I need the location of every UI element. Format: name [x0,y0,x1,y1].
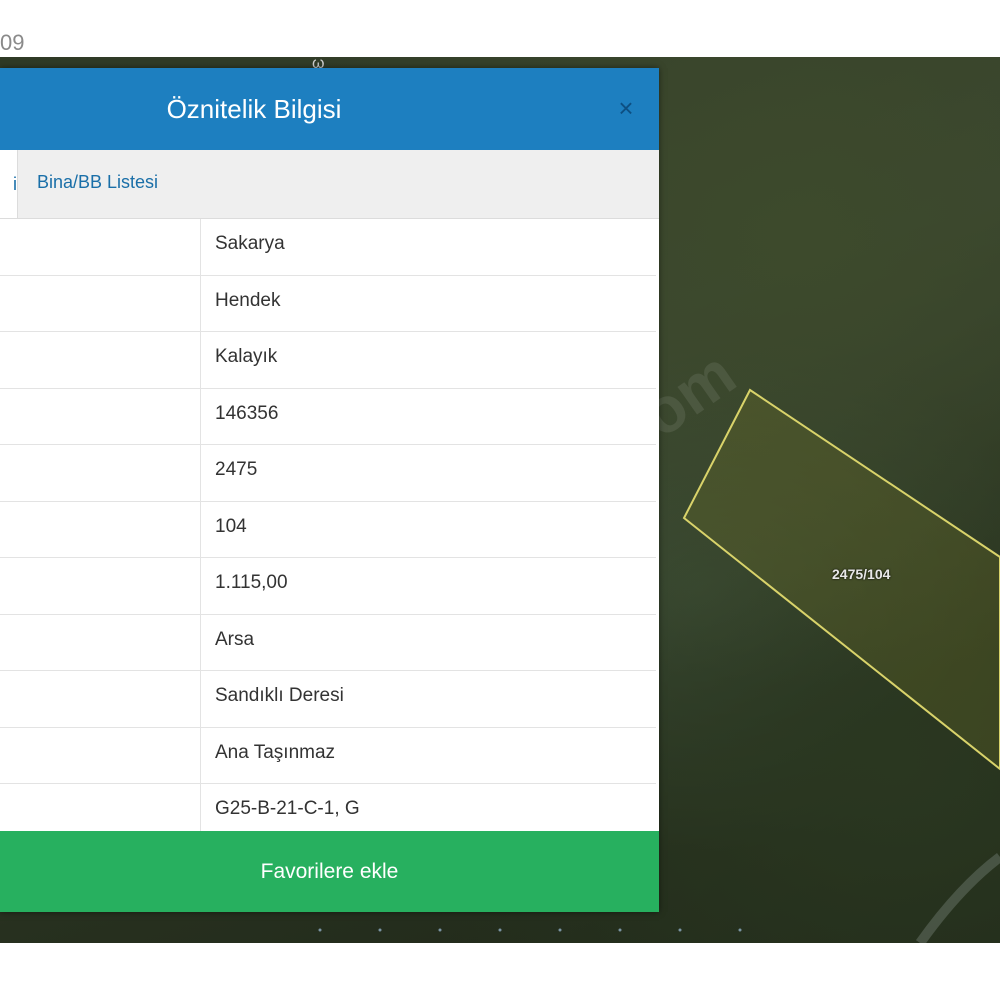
add-to-favorites-button[interactable]: Favorilere ekle [0,831,659,912]
row-value: Ana Taşınmaz [215,741,336,763]
row-value: 146356 [215,402,279,424]
row-key-cell [0,445,201,501]
row-key-cell [0,219,201,275]
close-icon[interactable]: × [612,94,640,122]
panel-title: Öznitelik Bilgisi [166,94,342,124]
table-row: Arsa [0,614,656,671]
row-key-cell [0,332,201,388]
row-key-cell [0,614,201,670]
table-row: Ana Taşınmaz [0,727,656,784]
row-value: 104 [215,515,247,537]
tab-bar: i Bina/BB Listesi [0,150,659,219]
row-value: Sandıklı Deresi [215,685,344,706]
attribute-info-panel: Öznitelik Bilgisi × i Bina/BB Listesi Sa… [0,68,659,912]
row-value: 2475 [215,459,258,480]
row-value: Arsa [215,628,255,650]
row-key-cell [0,558,201,614]
attribute-table: Sakarya Hendek Kalayık 146356 2475 104 1… [0,219,656,841]
table-row: Hendek [0,275,656,332]
table-row: Sakarya [0,219,656,276]
row-key-cell [0,727,201,783]
panel-header: Öznitelik Bilgisi × [0,68,659,150]
table-row: 146356 [0,388,656,445]
table-row: 2475 [0,445,656,502]
row-value: Kalayık [215,346,278,367]
row-key-cell [0,671,201,727]
table-row: 104 [0,501,656,558]
tab-building-list[interactable]: Bina/BB Listesi [37,172,158,193]
tab-attributes[interactable]: i [0,150,18,218]
row-key-cell [0,275,201,331]
row-value: 1.115,00 [215,572,288,593]
row-value: Sakarya [215,233,285,254]
row-value: Hendek [215,289,281,311]
row-key-cell [0,388,201,444]
table-row: Kalayık [0,332,656,389]
top-label: 09 [0,30,25,55]
row-key-cell [0,501,201,557]
row-value: G25-B-21-C-1, G [215,798,360,819]
table-row: Sandıklı Deresi [0,671,656,728]
parcel-label: 2475/104 [832,566,891,582]
table-row: 1.115,00 [0,558,656,615]
